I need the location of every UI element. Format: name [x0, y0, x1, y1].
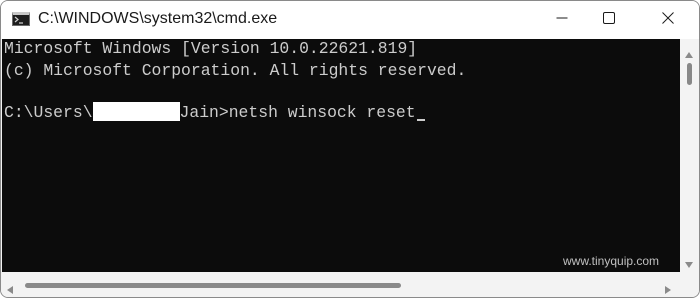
scroll-up-arrow-icon[interactable]: [685, 45, 693, 63]
vertical-scrollbar[interactable]: [680, 39, 699, 272]
maximize-button[interactable]: [586, 1, 632, 39]
cmd-icon[interactable]: [12, 12, 30, 26]
minimize-button[interactable]: [539, 1, 585, 39]
scroll-right-arrow-icon[interactable]: [665, 281, 671, 297]
console-line-version: Microsoft Windows [Version 10.0.22621.81…: [4, 39, 418, 58]
cmd-window: C:\WINDOWS\system32\cmd.exe Microsoft Wi…: [0, 0, 700, 298]
watermark: www.tinyquip.com: [563, 254, 660, 268]
console-line-copyright: (c) Microsoft Corporation. All rights re…: [4, 61, 467, 80]
console-prompt-line[interactable]: C:\Users\ Jain>netsh winsock reset: [4, 102, 425, 123]
scrollbar-corner: [680, 272, 699, 297]
vertical-scroll-thumb[interactable]: [687, 63, 692, 85]
window-title: C:\WINDOWS\system32\cmd.exe: [38, 10, 278, 27]
scroll-down-arrow-icon[interactable]: [685, 255, 693, 273]
text-cursor: [416, 119, 425, 121]
horizontal-scrollbar[interactable]: [1, 272, 680, 297]
scroll-left-arrow-icon[interactable]: [7, 281, 13, 297]
minimize-icon: [556, 11, 568, 29]
prompt-suffix: Jain>: [179, 103, 229, 122]
close-button[interactable]: [645, 1, 691, 39]
command-text: netsh winsock reset: [228, 103, 416, 122]
prompt-prefix: C:\Users\: [4, 103, 93, 122]
maximize-icon: [603, 11, 615, 29]
close-icon: [662, 11, 674, 29]
horizontal-scroll-thumb[interactable]: [25, 283, 401, 288]
console-output[interactable]: Microsoft Windows [Version 10.0.22621.81…: [2, 39, 680, 272]
title-bar[interactable]: C:\WINDOWS\system32\cmd.exe: [1, 1, 699, 39]
redacted-username: [92, 102, 180, 121]
